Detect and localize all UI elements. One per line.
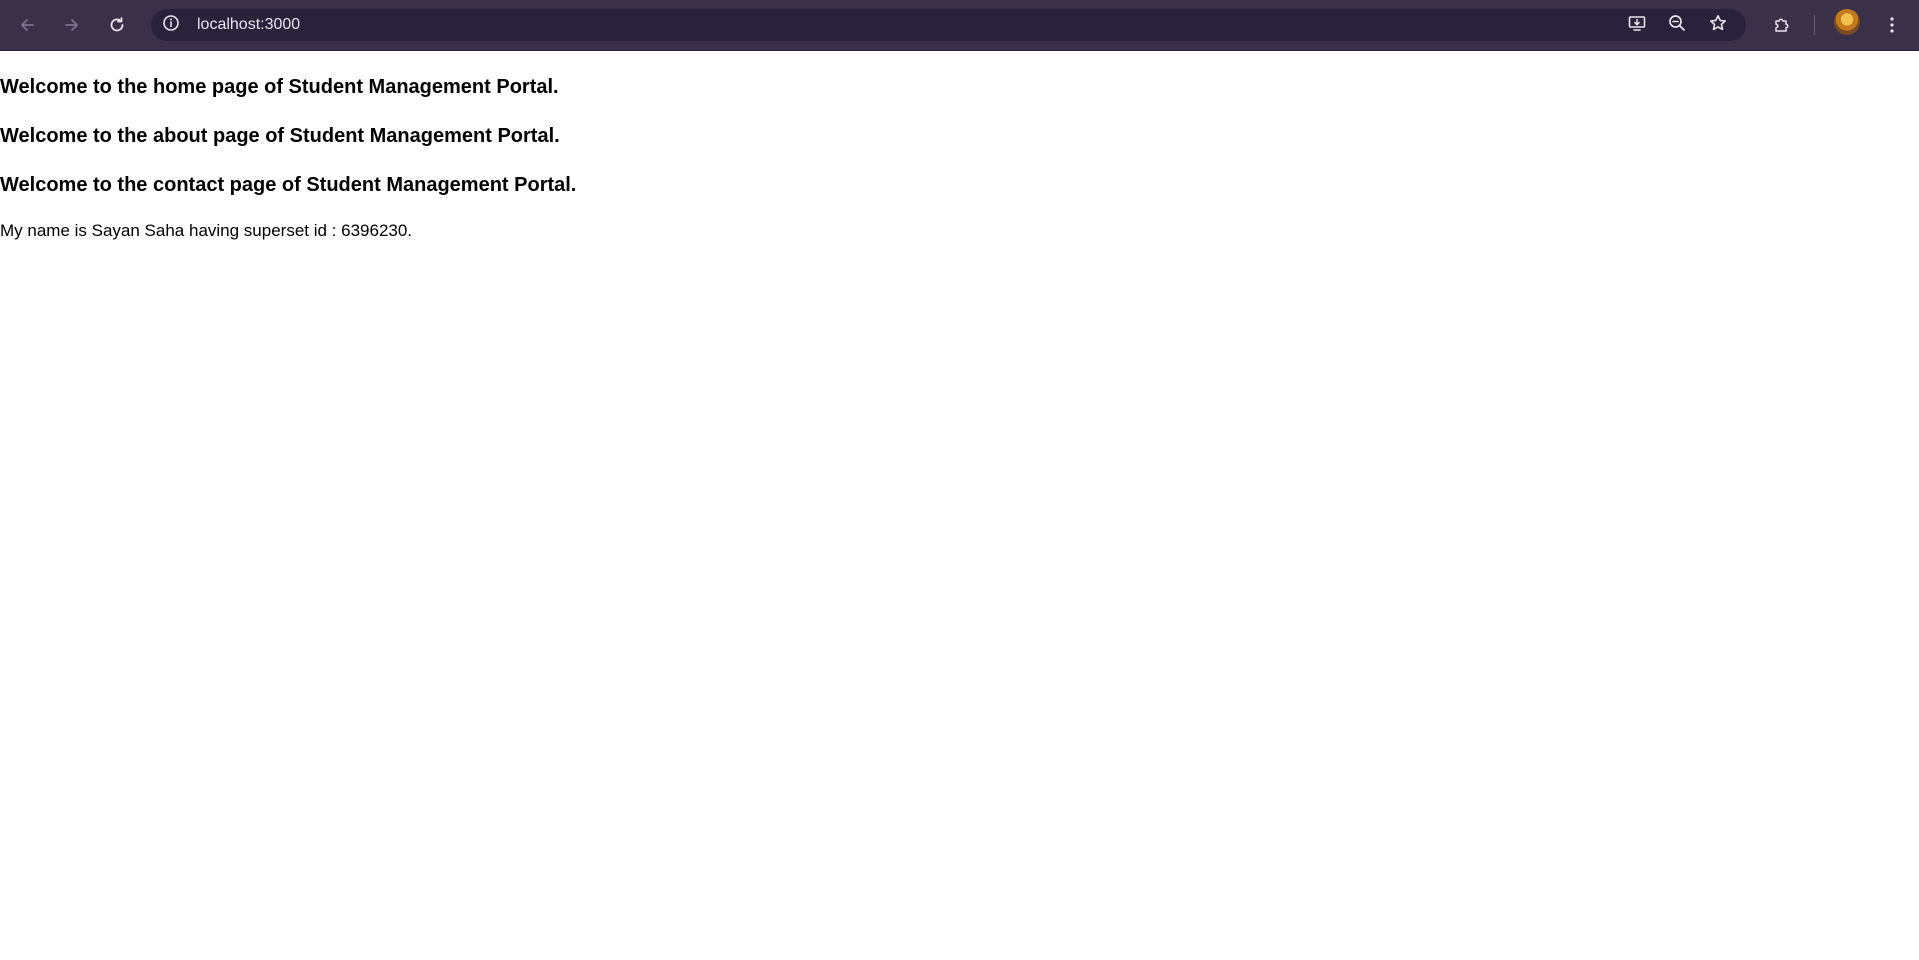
profile-avatar[interactable] [1834, 9, 1860, 35]
toolbar-border [0, 50, 1919, 51]
url-text[interactable]: localhost:3000 [197, 9, 300, 41]
site-info-button[interactable] [157, 11, 185, 39]
forward-button[interactable] [56, 9, 88, 41]
install-app-icon [1627, 13, 1647, 38]
about-heading: Welcome to the about page of Student Man… [0, 125, 560, 147]
home-heading: Welcome to the home page of Student Mana… [0, 76, 559, 98]
reload-button[interactable] [101, 9, 133, 41]
zoom-out-icon [1667, 13, 1687, 38]
browser-menu-button[interactable] [1876, 9, 1908, 41]
contact-heading: Welcome to the contact page of Student M… [0, 174, 577, 196]
extensions-button[interactable] [1766, 9, 1798, 41]
arrow-left-icon [17, 15, 37, 35]
reload-icon [107, 15, 127, 35]
puzzle-icon [1772, 15, 1792, 35]
kebab-menu-icon [1882, 15, 1902, 35]
zoom-button[interactable] [1663, 11, 1691, 39]
arrow-right-icon [62, 15, 82, 35]
browser-toolbar: localhost:3000 [0, 0, 1919, 51]
star-icon [1708, 13, 1728, 38]
back-button[interactable] [11, 9, 43, 41]
intro-paragraph: My name is Sayan Saha having superset id… [0, 221, 413, 240]
address-bar[interactable]: localhost:3000 [151, 9, 1746, 41]
toolbar-divider [1814, 15, 1815, 35]
info-icon [162, 14, 180, 37]
bookmark-button[interactable] [1704, 11, 1732, 39]
install-app-button[interactable] [1623, 11, 1651, 39]
